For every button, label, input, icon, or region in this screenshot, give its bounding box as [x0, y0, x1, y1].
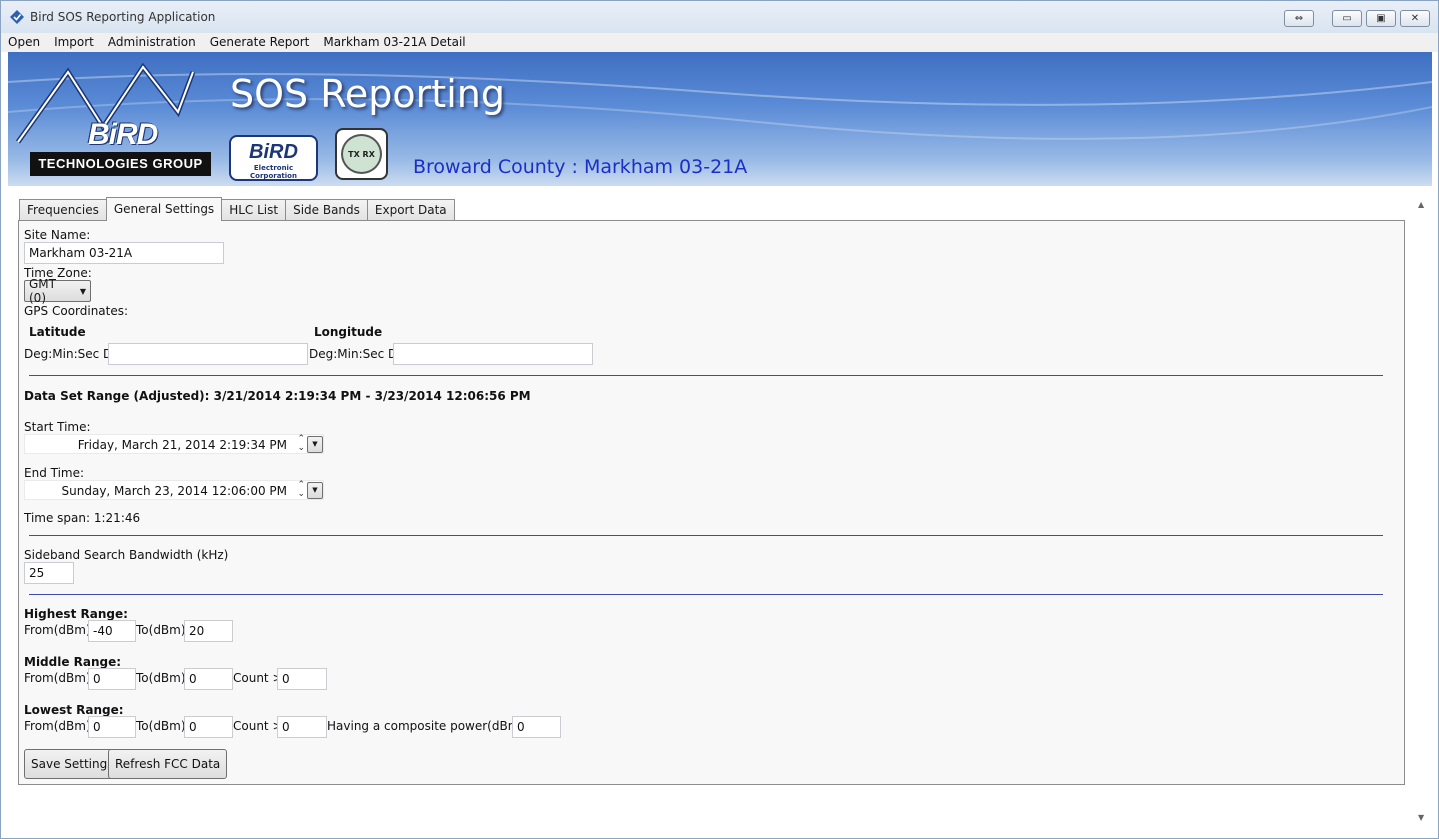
- tab-export-data[interactable]: Export Data: [366, 199, 455, 221]
- middle-to-input[interactable]: 0: [184, 668, 233, 690]
- chevron-down-icon[interactable]: ▼: [307, 482, 323, 499]
- time-zone-select[interactable]: GMT (0) ▼: [24, 277, 91, 305]
- longitude-label: Longitude: [314, 325, 383, 339]
- lowest-count-input[interactable]: 0: [277, 716, 327, 738]
- data-set-range: Data Set Range (Adjusted): 3/21/2014 2:1…: [24, 389, 531, 403]
- title-bar: Bird SOS Reporting Application ⇔ ▭ ▣ ✕: [1, 1, 1438, 33]
- txrx-logo: TX RX: [335, 128, 388, 180]
- divider: [29, 594, 1383, 595]
- start-time-value: Friday, March 21, 2014 2:19:34 PM: [77, 438, 287, 452]
- longitude-input[interactable]: [393, 343, 593, 365]
- site-subtitle: Broward County : Markham 03-21A: [413, 156, 748, 178]
- composite-power-label: Having a composite power(dBm) >: [327, 719, 538, 733]
- minimize-button[interactable]: ▭: [1332, 10, 1362, 27]
- divider: [29, 375, 1383, 376]
- bird-logo-large: BiRD: [88, 118, 158, 151]
- composite-power-input[interactable]: 0: [512, 716, 561, 738]
- lowest-from-input[interactable]: 0: [88, 716, 136, 738]
- middle-range-label: Middle Range:: [24, 655, 122, 669]
- refresh-fcc-data-button[interactable]: Refresh FCC Data: [108, 749, 228, 779]
- menu-open[interactable]: Open: [1, 33, 47, 52]
- longitude-dms-label: Deg:Min:Sec Dir: [309, 347, 406, 361]
- window-title: Bird SOS Reporting Application: [30, 10, 216, 24]
- scroll-down-icon[interactable]: ▼: [1418, 813, 1424, 822]
- tab-side-bands[interactable]: Side Bands: [285, 199, 368, 221]
- chevron-down-icon[interactable]: ▼: [307, 436, 323, 453]
- divider: [29, 535, 1383, 536]
- menu-generate-report[interactable]: Generate Report: [203, 33, 317, 52]
- menu-administration[interactable]: Administration: [101, 33, 203, 52]
- bird-electronic-logo: BiRD Electronic Corporation: [229, 135, 318, 181]
- end-time-picker[interactable]: Sunday, March 23, 2014 12:06:00 PM ⌃ ⌄ ▼: [24, 480, 324, 500]
- maximize-button[interactable]: ▣: [1366, 10, 1396, 27]
- app-window: Bird SOS Reporting Application ⇔ ▭ ▣ ✕ O…: [0, 0, 1439, 839]
- swap-window-button[interactable]: ⇔: [1284, 10, 1314, 27]
- menu-import[interactable]: Import: [47, 33, 101, 52]
- time-zone-value: GMT (0): [29, 277, 56, 305]
- chevron-down-icon: ▼: [79, 286, 86, 296]
- general-settings-panel: Site Name: Markham 03-21A Time Zone: GMT…: [18, 220, 1405, 785]
- middle-from-input[interactable]: 0: [88, 668, 136, 690]
- start-time-picker[interactable]: Friday, March 21, 2014 2:19:34 PM ⌃ ⌄ ▼: [24, 434, 324, 454]
- highest-from-label: From(dBm):: [24, 623, 95, 637]
- menu-bar: Open Import Administration Generate Repo…: [1, 33, 1438, 52]
- sideband-bandwidth-label: Sideband Search Bandwidth (kHz): [24, 548, 229, 562]
- lowest-from-label: From(dBm):: [24, 719, 95, 733]
- lowest-range-label: Lowest Range:: [24, 703, 124, 717]
- tab-hlc-list[interactable]: HLC List: [221, 199, 287, 221]
- bird-electronic-logo-text: BiRD: [249, 141, 298, 163]
- site-name-label: Site Name:: [24, 228, 91, 242]
- start-time-label: Start Time:: [24, 420, 91, 434]
- time-span: Time span: 1:21:46: [24, 511, 141, 525]
- lowest-count-label: Count >: [233, 719, 283, 733]
- txrx-logo-text: TX RX: [341, 134, 382, 174]
- highest-to-label: To(dBm):: [136, 623, 190, 637]
- gps-coordinates-label: GPS Coordinates:: [24, 304, 129, 318]
- highest-range-label: Highest Range:: [24, 607, 128, 621]
- latitude-dms-label: Deg:Min:Sec Dir: [24, 347, 121, 361]
- latitude-input[interactable]: [108, 343, 308, 365]
- spinner-icon[interactable]: ⌃ ⌄: [297, 435, 305, 453]
- technologies-group-logo: TECHNOLOGIES GROUP: [30, 152, 211, 176]
- sideband-bandwidth-input[interactable]: 25: [24, 562, 74, 584]
- vertical-scrollbar[interactable]: ▲ ▼: [1414, 194, 1432, 824]
- site-name-input[interactable]: Markham 03-21A: [24, 242, 224, 264]
- scroll-up-icon[interactable]: ▲: [1418, 200, 1424, 209]
- middle-count-input[interactable]: 0: [277, 668, 327, 690]
- app-icon: [10, 10, 24, 24]
- highest-to-input[interactable]: 20: [184, 620, 233, 642]
- middle-count-label: Count >: [233, 671, 283, 685]
- lowest-to-input[interactable]: 0: [184, 716, 233, 738]
- end-time-value: Sunday, March 23, 2014 12:06:00 PM: [61, 484, 287, 498]
- lowest-to-label: To(dBm):: [136, 719, 190, 733]
- save-settings-button[interactable]: Save Settings: [24, 749, 121, 779]
- end-time-label: End Time:: [24, 466, 85, 480]
- main-content: Frequencies General Settings HLC List Si…: [8, 186, 1432, 831]
- middle-to-label: To(dBm):: [136, 671, 190, 685]
- latitude-label: Latitude: [29, 325, 86, 339]
- tab-general-settings[interactable]: General Settings: [105, 197, 223, 221]
- highest-from-input[interactable]: -40: [88, 620, 136, 642]
- tab-strip: Frequencies General Settings HLC List Si…: [19, 197, 455, 221]
- header-banner: BiRD TECHNOLOGIES GROUP SOS Reporting Bi…: [8, 52, 1432, 186]
- bird-electronic-logo-sub: Electronic Corporation: [250, 164, 297, 180]
- tab-frequencies[interactable]: Frequencies: [19, 199, 107, 221]
- spinner-icon[interactable]: ⌃ ⌄: [297, 481, 305, 499]
- middle-from-label: From(dBm):: [24, 671, 95, 685]
- banner-title: SOS Reporting: [230, 72, 505, 116]
- close-button[interactable]: ✕: [1400, 10, 1430, 27]
- menu-site-detail[interactable]: Markham 03-21A Detail: [316, 33, 472, 52]
